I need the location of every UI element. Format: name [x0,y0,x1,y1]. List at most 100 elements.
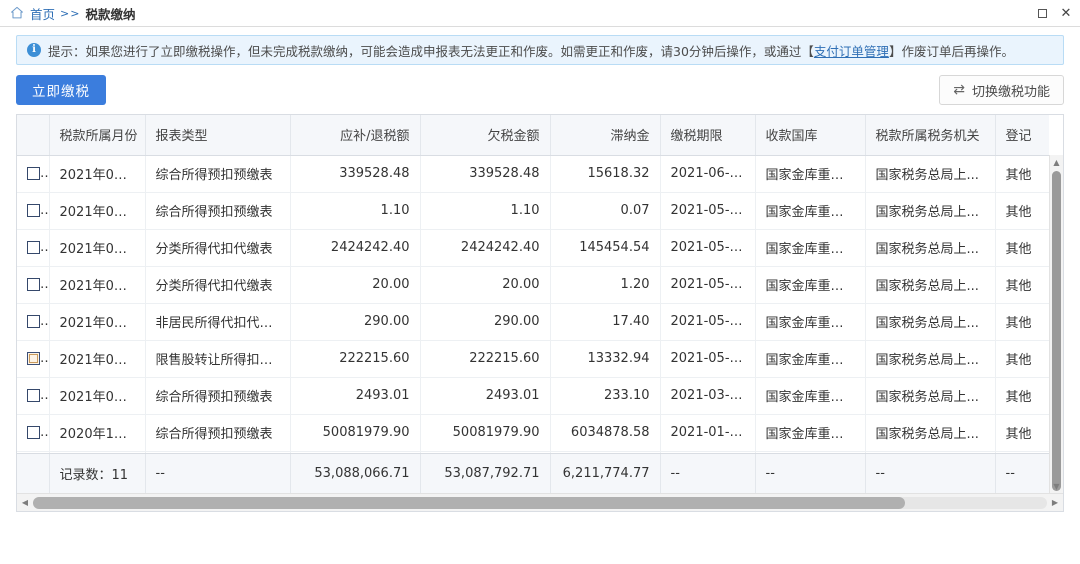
column-header-month[interactable]: 税款所属月份 [49,115,146,156]
cell-deadline: 2021-05-21 [660,192,756,230]
row-select-cell[interactable] [17,377,50,415]
row-select-cell[interactable] [17,303,50,341]
table-row[interactable]: 2021年05月 综合所得预扣预缴表 339528.48 339528.48 15618… [17,155,1049,193]
row-checkbox[interactable] [27,241,40,254]
info-icon: i [27,43,41,57]
payment-order-management-link[interactable]: 支付订单管理 [814,41,889,60]
row-checkbox[interactable] [27,352,40,365]
cell-registration: 其他 [995,303,1049,341]
action-toolbar: 立即缴税 ⇄ 切换缴税功能 [16,65,1064,114]
cell-treasury: 国家金库重庆市... [755,266,866,304]
table-row[interactable]: 2021年04月 分类所得代扣代缴表 20.00 20.00 1.20 2021-05-2… [17,266,1049,304]
table-row[interactable]: 2021年04月 综合所得预扣预缴表 1.10 1.10 0.07 2021-05-21 国… [17,192,1049,230]
table-row[interactable]: 2020年12月 综合所得预扣预缴表 50081979.90 50081979.90 6… [17,414,1049,452]
column-header-form_type[interactable]: 报表类型 [145,115,291,156]
cell-registration: 其他 [995,377,1049,415]
cell-late_fee: 6034878.58 [550,414,661,452]
table-row[interactable]: 2021年02月 综合所得预扣预缴表 2493.01 2493.01 233.10 202… [17,377,1049,415]
vertical-scrollbar-thumb[interactable] [1052,171,1061,491]
tax-payment-table: 税款所属月份 报表类型 应补/退税额 欠税金额 滞纳金 缴税期限 收款国库 税款所属税务机关登… [17,115,1049,473]
cell-owed: 50081979.90 [420,414,551,452]
row-checkbox[interactable] [27,389,40,402]
cell-tax_authority: 国家税务总局上... [865,229,996,267]
close-window-icon[interactable]: ✕ [1060,7,1072,20]
column-header-treasury[interactable]: 收款国库 [755,115,866,156]
page-content: i 提示：如果您进行了立即缴税操作，但未完成税款缴纳，可能会造成申报表无法更正和… [0,27,1080,512]
restore-window-icon[interactable] [1036,7,1048,19]
horizontal-scrollbar-thumb[interactable] [33,496,906,509]
switch-payment-function-label: 切换缴税功能 [971,84,1050,100]
row-checkbox[interactable] [27,315,40,328]
switch-payment-function-button[interactable]: ⇄ 切换缴税功能 [939,75,1064,105]
home-icon[interactable] [10,6,24,20]
cell-deadline: 2021-03-15 [660,377,756,415]
grid-summary-footer: 记录数：11 -- 53,088,066.71 53,087,792.71 6,211,… [17,453,1049,493]
cell-late_fee: 1.20 [550,266,661,304]
cell-tax_authority: 国家税务总局上... [865,303,996,341]
select-all-header-cell [17,115,50,156]
breadcrumb-home-link[interactable]: 首页 [30,4,55,23]
table-row[interactable]: 2021年04月 非居民所得代扣代缴表 290.00 290.00 17.40 2021-… [17,303,1049,341]
cell-registration: 其他 [995,414,1049,452]
cell-form_type: 综合所得预扣预缴表 [145,155,291,193]
cell-deadline: 2021-05-21 [660,266,756,304]
vertical-scrollbar[interactable]: ▲ ▼ [1049,155,1063,493]
cell-treasury: 国家金库重庆市... [755,229,866,267]
horizontal-scrollbar-track[interactable] [33,496,1047,509]
pay-now-button[interactable]: 立即缴税 [16,75,106,105]
cell-form_type: 限售股转让所得扣缴表 [145,340,291,378]
summary-cell-registration: -- [995,454,1049,493]
cell-owed: 20.00 [420,266,551,304]
cell-owed: 2493.01 [420,377,551,415]
summary-cell-payable: 53,088,066.71 [290,454,421,493]
cell-tax_authority: 国家税务总局上... [865,155,996,193]
window-title-bar: 首页 >> 税款缴纳 ✕ [0,0,1080,27]
cell-treasury: 国家金库重庆市... [755,192,866,230]
cell-tax_authority: 国家税务总局上... [865,340,996,378]
cell-form_type: 综合所得预扣预缴表 [145,377,291,415]
window-controls: ✕ [1036,0,1072,26]
row-select-cell[interactable] [17,155,50,193]
cell-tax_authority: 国家税务总局上... [865,377,996,415]
cell-payable: 20.00 [290,266,421,304]
scroll-left-arrow-icon[interactable]: ◀ [17,494,33,512]
cell-owed: 2424242.40 [420,229,551,267]
column-header-late_fee[interactable]: 滞纳金 [550,115,661,156]
summary-cell-owed: 53,087,792.71 [420,454,551,493]
row-select-cell[interactable] [17,414,50,452]
column-header-deadline[interactable]: 缴税期限 [660,115,756,156]
summary-cell-tax_authority: -- [865,454,996,493]
cell-month: 2021年05月 [49,155,146,193]
scroll-down-arrow-icon[interactable]: ▼ [1050,479,1063,493]
row-select-cell[interactable] [17,340,50,378]
row-checkbox[interactable] [27,278,40,291]
table-row[interactable]: 2021年04月 限售股转让所得扣缴表 222215.60 222215.60 1333… [17,340,1049,378]
breadcrumb-current-page: 税款缴纳 [85,6,136,22]
cell-month: 2021年04月 [49,340,146,378]
column-header-tax_authority[interactable]: 税款所属税务机关 [865,115,996,156]
column-header-payable[interactable]: 应补/退税额 [290,115,421,156]
column-header-registration[interactable]: 登记 [995,115,1049,156]
cell-payable: 222215.60 [290,340,421,378]
cell-tax_authority: 国家税务总局上... [865,266,996,304]
cell-payable: 339528.48 [290,155,421,193]
cell-payable: 2493.01 [290,377,421,415]
cell-owed: 222215.60 [420,340,551,378]
cell-tax_authority: 国家税务总局上... [865,414,996,452]
row-checkbox[interactable] [27,167,40,180]
row-select-cell[interactable] [17,229,50,267]
row-select-cell[interactable] [17,192,50,230]
column-header-owed[interactable]: 欠税金额 [420,115,551,156]
cell-registration: 其他 [995,192,1049,230]
grid-viewport: 税款所属月份 报表类型 应补/退税额 欠税金额 滞纳金 缴税期限 收款国库 税款所属税务机关登… [17,115,1049,473]
row-checkbox[interactable] [27,204,40,217]
scroll-up-arrow-icon[interactable]: ▲ [1050,155,1063,169]
table-row[interactable]: 2021年04月 分类所得代扣代缴表 2424242.40 2424242.40 145… [17,229,1049,267]
cell-late_fee: 15618.32 [550,155,661,193]
row-checkbox[interactable] [27,426,40,439]
horizontal-scrollbar[interactable]: ◀ ▶ [17,493,1063,511]
scroll-right-arrow-icon[interactable]: ▶ [1047,494,1063,512]
row-select-cell[interactable] [17,266,50,304]
cell-form_type: 综合所得预扣预缴表 [145,414,291,452]
summary-cell-form_type: -- [145,454,291,493]
